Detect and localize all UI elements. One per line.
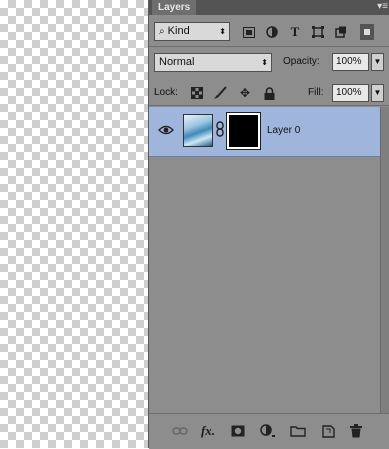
- adjustment-layer-icon[interactable]: [259, 422, 277, 440]
- fill-label: Fill:: [308, 87, 324, 98]
- opacity-input[interactable]: 100%: [332, 53, 369, 71]
- layers-footer: fx.: [149, 413, 389, 449]
- image-filter-icon[interactable]: [240, 23, 258, 41]
- filter-toggle-icon[interactable]: [360, 24, 374, 40]
- new-group-icon[interactable]: [289, 422, 307, 440]
- add-mask-icon[interactable]: [229, 422, 247, 440]
- adjustment-filter-icon[interactable]: [263, 23, 281, 41]
- lock-row: Lock: ✥ Fill: 100% ▼: [149, 80, 389, 106]
- link-layers-icon[interactable]: [171, 422, 189, 440]
- kind-filter-label: Kind: [167, 25, 190, 37]
- lock-label: Lock:: [154, 87, 178, 98]
- transparent-canvas: [0, 0, 148, 448]
- blend-mode-select[interactable]: Normal ⬍: [154, 53, 272, 72]
- delete-layer-icon[interactable]: [347, 422, 365, 440]
- blend-row: Normal ⬍ Opacity: 100% ▼: [149, 48, 389, 76]
- layer-name[interactable]: Layer 0: [267, 125, 300, 136]
- lock-position-icon[interactable]: ✥: [237, 85, 253, 101]
- fx-icon[interactable]: fx.: [199, 422, 217, 440]
- layer-row[interactable]: Layer 0: [149, 107, 382, 157]
- lock-all-icon[interactable]: [261, 85, 277, 101]
- layer-mask-thumbnail[interactable]: [226, 112, 261, 150]
- search-icon: ⌕: [159, 26, 165, 37]
- mask-link-icon[interactable]: [215, 121, 225, 140]
- shape-filter-icon[interactable]: [309, 23, 327, 41]
- filter-row: ⌕ Kind ⬍ T: [149, 16, 389, 47]
- chevron-updown-icon: ⬍: [219, 27, 226, 36]
- eye-icon[interactable]: [158, 124, 174, 138]
- lock-image-icon[interactable]: [212, 85, 228, 101]
- layer-thumbnail[interactable]: [183, 114, 213, 147]
- lock-transparent-icon[interactable]: [189, 85, 205, 101]
- smart-object-filter-icon[interactable]: [332, 23, 350, 41]
- kind-filter-select[interactable]: ⌕ Kind ⬍: [154, 22, 230, 41]
- type-filter-icon[interactable]: T: [286, 23, 304, 41]
- layers-panel: Layers ▾≡ ⌕ Kind ⬍ T Normal ⬍ Opacity: 1…: [148, 0, 389, 449]
- panel-menu-icon[interactable]: ▾≡: [377, 0, 388, 14]
- opacity-label: Opacity:: [283, 56, 320, 67]
- layers-scrollbar[interactable]: [380, 107, 389, 413]
- tab-layers[interactable]: Layers: [152, 0, 197, 15]
- opacity-dropdown-button[interactable]: ▼: [371, 53, 384, 71]
- new-layer-icon[interactable]: [319, 422, 337, 440]
- blend-mode-value: Normal: [159, 56, 195, 68]
- fill-dropdown-button[interactable]: ▼: [371, 84, 384, 102]
- chevron-updown-icon: ⬍: [261, 58, 268, 67]
- fill-input[interactable]: 100%: [332, 84, 369, 102]
- panel-tab-bar: Layers ▾≡: [149, 0, 389, 15]
